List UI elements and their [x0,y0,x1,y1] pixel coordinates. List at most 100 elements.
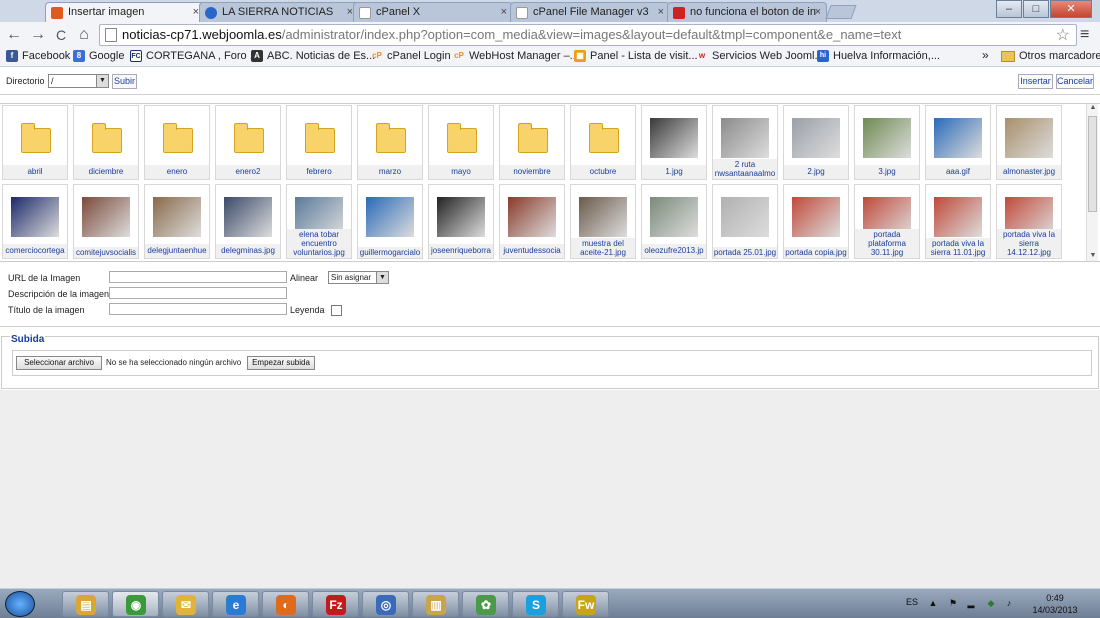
taskbar-button[interactable]: S [512,591,559,617]
windows-start-icon[interactable] [5,591,35,617]
taskbar-button[interactable]: ◉ [112,591,159,617]
taskbar-button[interactable]: ✉ [162,591,209,617]
url-imagen-input[interactable] [109,271,287,283]
bookmark-huelva-informacion[interactable]: hi Huelva Información,... [817,50,940,62]
titulo-input[interactable] [109,303,287,315]
folder-item[interactable]: enero2 [215,105,281,180]
bookmark-servicios-web[interactable]: w Servicios Web Jooml... [696,50,824,62]
taskbar-button[interactable]: ▤ [62,591,109,617]
image-item[interactable]: comitejuvsocialis [73,184,139,259]
flag-icon[interactable]: ⚑ [948,598,958,608]
vertical-scrollbar[interactable]: ▲ ▼ [1086,104,1099,261]
chrome-menu-icon[interactable]: ≡ [1080,26,1089,44]
close-window-button[interactable]: ✕ [1050,0,1092,18]
image-item[interactable]: 3.jpg [854,105,920,180]
folder-item[interactable]: noviembre [499,105,565,180]
tab-cpanel-file-manager[interactable]: cPanel File Manager v3 × [510,2,670,22]
cancelar-button[interactable]: Cancelar [1056,74,1094,89]
tab-no-funciona-boton[interactable]: no funciona el boton de in × [667,2,827,22]
image-item[interactable]: 1.jpg [641,105,707,180]
tab-close-icon[interactable]: × [815,6,821,18]
home-icon[interactable]: ⌂ [74,25,94,45]
more-bookmarks-chevron-icon[interactable]: » [982,48,989,62]
image-item[interactable]: muestra del aceite-21.jpg [570,184,636,259]
tab-close-icon[interactable]: × [658,6,664,18]
signal-icon[interactable]: ▂ [966,598,976,608]
bookmark-abc[interactable]: A ABC. Noticias de Es... [251,50,375,62]
image-item[interactable]: juventudessocia [499,184,565,259]
directorio-select[interactable]: / ▼ [48,74,109,88]
maximize-button[interactable]: □ [1023,0,1049,18]
seleccionar-archivo-button[interactable]: Seleccionar archivo [16,356,102,370]
leyenda-checkbox[interactable] [331,305,342,316]
image-item[interactable]: guillermogarcialo [357,184,423,259]
bookmark-google[interactable]: 8 Google [73,50,124,62]
folder-item[interactable]: abril [2,105,68,180]
folder-item[interactable]: marzo [357,105,423,180]
insertar-button[interactable]: Insertar [1018,74,1053,89]
image-item[interactable]: aaa.gif [925,105,991,180]
bookmark-star-icon[interactable]: ☆ [1056,25,1070,45]
subir-button[interactable]: Subir [112,74,137,89]
empezar-subida-button[interactable]: Empezar subida [247,356,315,370]
folder-item[interactable]: octubre [570,105,636,180]
image-item[interactable]: joseenriqueborra [428,184,494,259]
bookmark-facebook[interactable]: f Facebook [6,50,70,62]
image-item[interactable]: 2.jpg [783,105,849,180]
image-item[interactable]: elena tobar encuentro voluntarios.jpg [286,184,352,259]
bookmark-label: cPanel Login [387,50,451,62]
folder-item[interactable]: mayo [428,105,494,180]
taskbar-button[interactable]: ✿ [462,591,509,617]
tab-close-icon[interactable]: × [501,6,507,18]
image-item[interactable]: portada copia.jpg [783,184,849,259]
new-tab-button[interactable] [825,5,857,19]
volume-icon[interactable]: ♪ [1004,598,1014,608]
taskbar-button[interactable]: ◎ [362,591,409,617]
tab-la-sierra-noticias[interactable]: LA SIERRA NOTICIAS × [199,2,359,22]
folder-item[interactable]: febrero [286,105,352,180]
scrollbar-thumb[interactable] [1088,116,1097,212]
url-text[interactable]: noticias-cp71.webjoomla.es/administrator… [122,27,901,42]
address-bar[interactable]: noticias-cp71.webjoomla.es/administrator… [99,24,1077,46]
reload-icon[interactable]: C [51,25,71,45]
show-hidden-icons-icon[interactable]: ▲ [928,598,938,608]
tray-app-icon[interactable]: ◆ [986,598,996,608]
item-filename: portada plataforma 30.11.jpg [855,229,919,258]
chrome-icon: ◉ [126,595,146,615]
minimize-button[interactable]: – [996,0,1022,18]
image-item[interactable]: portada plataforma 30.11.jpg [854,184,920,259]
taskbar-button[interactable]: ◐ [262,591,309,617]
tab-insertar-imagen[interactable]: Insertar imagen × [45,2,205,22]
forward-arrow-icon[interactable]: → [28,25,48,45]
image-item[interactable]: 2 ruta nwsantaanaalmo [712,105,778,180]
folder-item[interactable]: enero [144,105,210,180]
bookmark-panel-lista[interactable]: ▦ Panel - Lista de visit... [574,50,698,62]
alinear-select[interactable]: Sin asignar ▼ [328,271,389,284]
image-item[interactable]: delegminas.jpg [215,184,281,259]
image-item[interactable]: portada viva la sierra 14.12.12.jpg [996,184,1062,259]
taskbar-button[interactable]: Fw [562,591,609,617]
language-indicator[interactable]: ES [906,597,918,607]
back-arrow-icon[interactable]: ← [4,25,24,45]
cpanel-icon: cP [454,51,464,60]
image-item[interactable]: portada 25.01.jpg [712,184,778,259]
taskbar-button[interactable]: ▥ [412,591,459,617]
image-item[interactable]: oleozufre2013.jp [641,184,707,259]
bookmark-cortegana[interactable]: FC CORTEGANA , Foro ... [130,50,259,62]
folder-item[interactable]: diciembre [73,105,139,180]
clock[interactable]: 0:49 14/03/2013 [1030,592,1080,616]
image-item[interactable]: portada viva la sierra 11.01.jpg [925,184,991,259]
bookmark-cpanel-login[interactable]: cP cPanel Login [371,50,451,62]
image-item[interactable]: almonaster.jpg [996,105,1062,180]
bookmark-webhost-manager[interactable]: cP WebHost Manager –... [453,50,579,62]
other-bookmarks[interactable]: Otros marcadores [1001,50,1100,62]
image-item[interactable]: comerciocortega [2,184,68,259]
fireworks-icon: Fw [576,595,596,615]
taskbar-button[interactable]: e [212,591,259,617]
image-item[interactable]: delegjuntaenhue [144,184,210,259]
descripcion-input[interactable] [109,287,287,299]
scroll-up-icon[interactable]: ▲ [1087,104,1099,114]
tab-cpanel-x[interactable]: cPanel X × [353,2,513,22]
scroll-down-icon[interactable]: ▼ [1087,252,1099,261]
taskbar-button[interactable]: Fz [312,591,359,617]
